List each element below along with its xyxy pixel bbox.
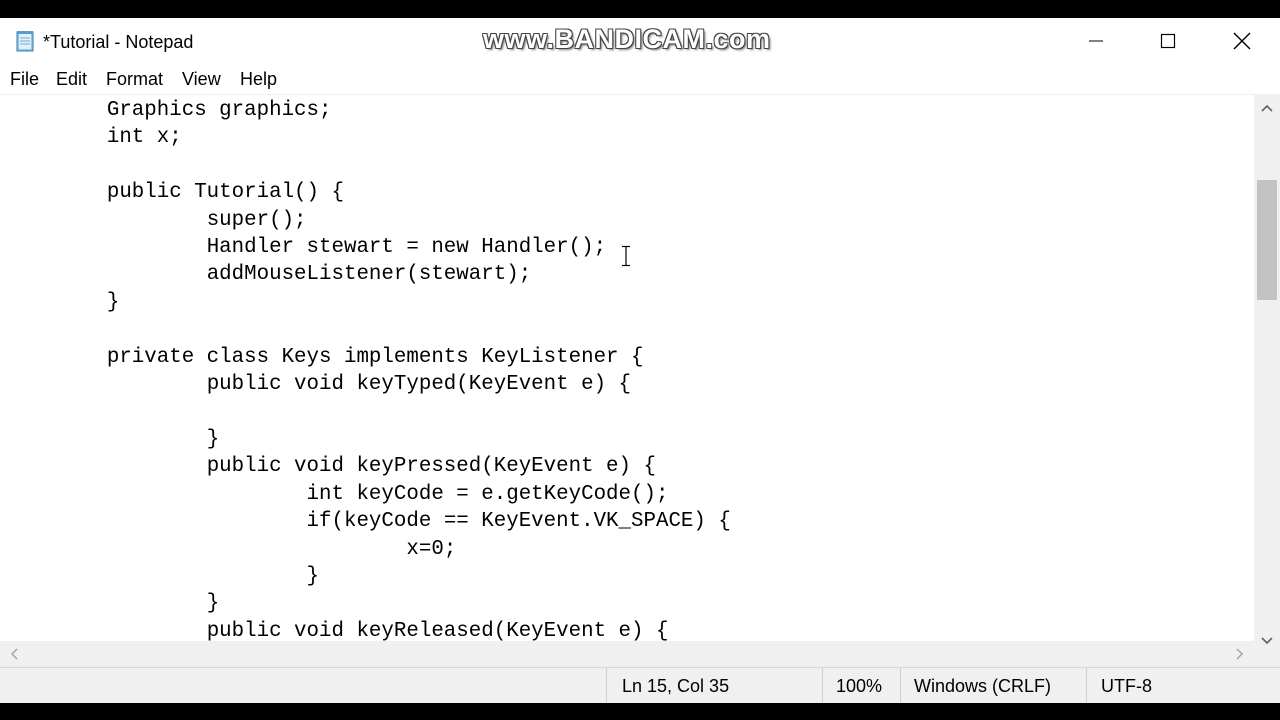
- maximize-button[interactable]: [1132, 18, 1204, 64]
- title-bar[interactable]: *Tutorial - Notepad www.BANDICAM.com: [0, 18, 1280, 64]
- maximize-icon: [1160, 33, 1176, 49]
- chevron-down-icon: [1261, 637, 1273, 645]
- vertical-scroll-thumb[interactable]: [1257, 180, 1277, 300]
- notepad-window: *Tutorial - Notepad www.BANDICAM.com Fil…: [0, 18, 1280, 703]
- notepad-icon: [16, 31, 34, 52]
- menu-file[interactable]: File: [10, 68, 39, 90]
- line-ending: Windows (CRLF): [914, 676, 1052, 696]
- scroll-right-button[interactable]: [1226, 641, 1254, 667]
- code-line[interactable]: public void keyPressed(KeyEvent e) {: [7, 455, 656, 478]
- zoom-level: 100%: [836, 676, 883, 696]
- status-divider: [900, 668, 901, 703]
- minimize-icon: [1089, 40, 1103, 42]
- text-cursor-icon: [622, 245, 630, 267]
- recorder-watermark: www.BANDICAM.com: [483, 24, 771, 54]
- code-line[interactable]: public void keyReleased(KeyEvent e) {: [7, 620, 669, 642]
- code-text[interactable]: Graphics graphics; int x; public Tutoria…: [7, 97, 731, 642]
- horizontal-scrollbar[interactable]: [0, 641, 1254, 667]
- chevron-right-icon: [1236, 648, 1243, 660]
- code-line[interactable]: Handler stewart = new Handler();: [7, 236, 606, 259]
- menu-edit[interactable]: Edit: [56, 68, 87, 90]
- close-button[interactable]: [1206, 18, 1278, 64]
- code-line[interactable]: }: [7, 565, 319, 588]
- screen: *Tutorial - Notepad www.BANDICAM.com Fil…: [0, 0, 1280, 720]
- status-bar: Ln 15, Col 35 100% Windows (CRLF) UTF-8: [0, 667, 1280, 703]
- code-line[interactable]: if(keyCode == KeyEvent.VK_SPACE) {: [7, 510, 731, 533]
- status-divider: [1086, 668, 1087, 703]
- code-line[interactable]: }: [7, 592, 219, 615]
- text-editor[interactable]: Graphics graphics; int x; public Tutoria…: [0, 94, 1254, 642]
- menu-help[interactable]: Help: [240, 68, 277, 90]
- code-line[interactable]: addMouseListener(stewart);: [7, 263, 531, 286]
- scroll-left-button[interactable]: [0, 641, 28, 667]
- menu-format[interactable]: Format: [106, 68, 163, 90]
- menu-bar: File Edit Format View Help: [0, 64, 1280, 94]
- minimize-button[interactable]: [1060, 18, 1132, 64]
- chevron-left-icon: [11, 648, 18, 660]
- close-icon: [1233, 32, 1251, 50]
- chevron-up-icon: [1261, 104, 1273, 112]
- code-line[interactable]: Graphics graphics;: [7, 99, 332, 122]
- scrollbar-corner: [1254, 655, 1280, 667]
- window-title: *Tutorial - Notepad: [43, 32, 194, 52]
- code-line[interactable]: int keyCode = e.getKeyCode();: [7, 483, 669, 506]
- code-line[interactable]: public void keyTyped(KeyEvent e) {: [7, 373, 631, 396]
- code-line[interactable]: int x;: [7, 126, 182, 149]
- code-line[interactable]: x=0;: [7, 538, 456, 561]
- scroll-up-button[interactable]: [1254, 94, 1280, 122]
- code-line[interactable]: public Tutorial() {: [7, 181, 344, 204]
- code-line[interactable]: private class Keys implements KeyListene…: [7, 346, 644, 369]
- status-divider: [606, 668, 607, 703]
- code-line[interactable]: }: [7, 428, 219, 451]
- cursor-position: Ln 15, Col 35: [622, 676, 730, 696]
- code-line[interactable]: super();: [7, 209, 307, 232]
- scroll-down-button[interactable]: [1254, 627, 1280, 655]
- code-line[interactable]: }: [7, 291, 119, 314]
- encoding: UTF-8: [1101, 676, 1152, 696]
- menu-view[interactable]: View: [182, 68, 221, 90]
- vertical-scrollbar[interactable]: [1254, 94, 1280, 655]
- status-divider: [822, 668, 823, 703]
